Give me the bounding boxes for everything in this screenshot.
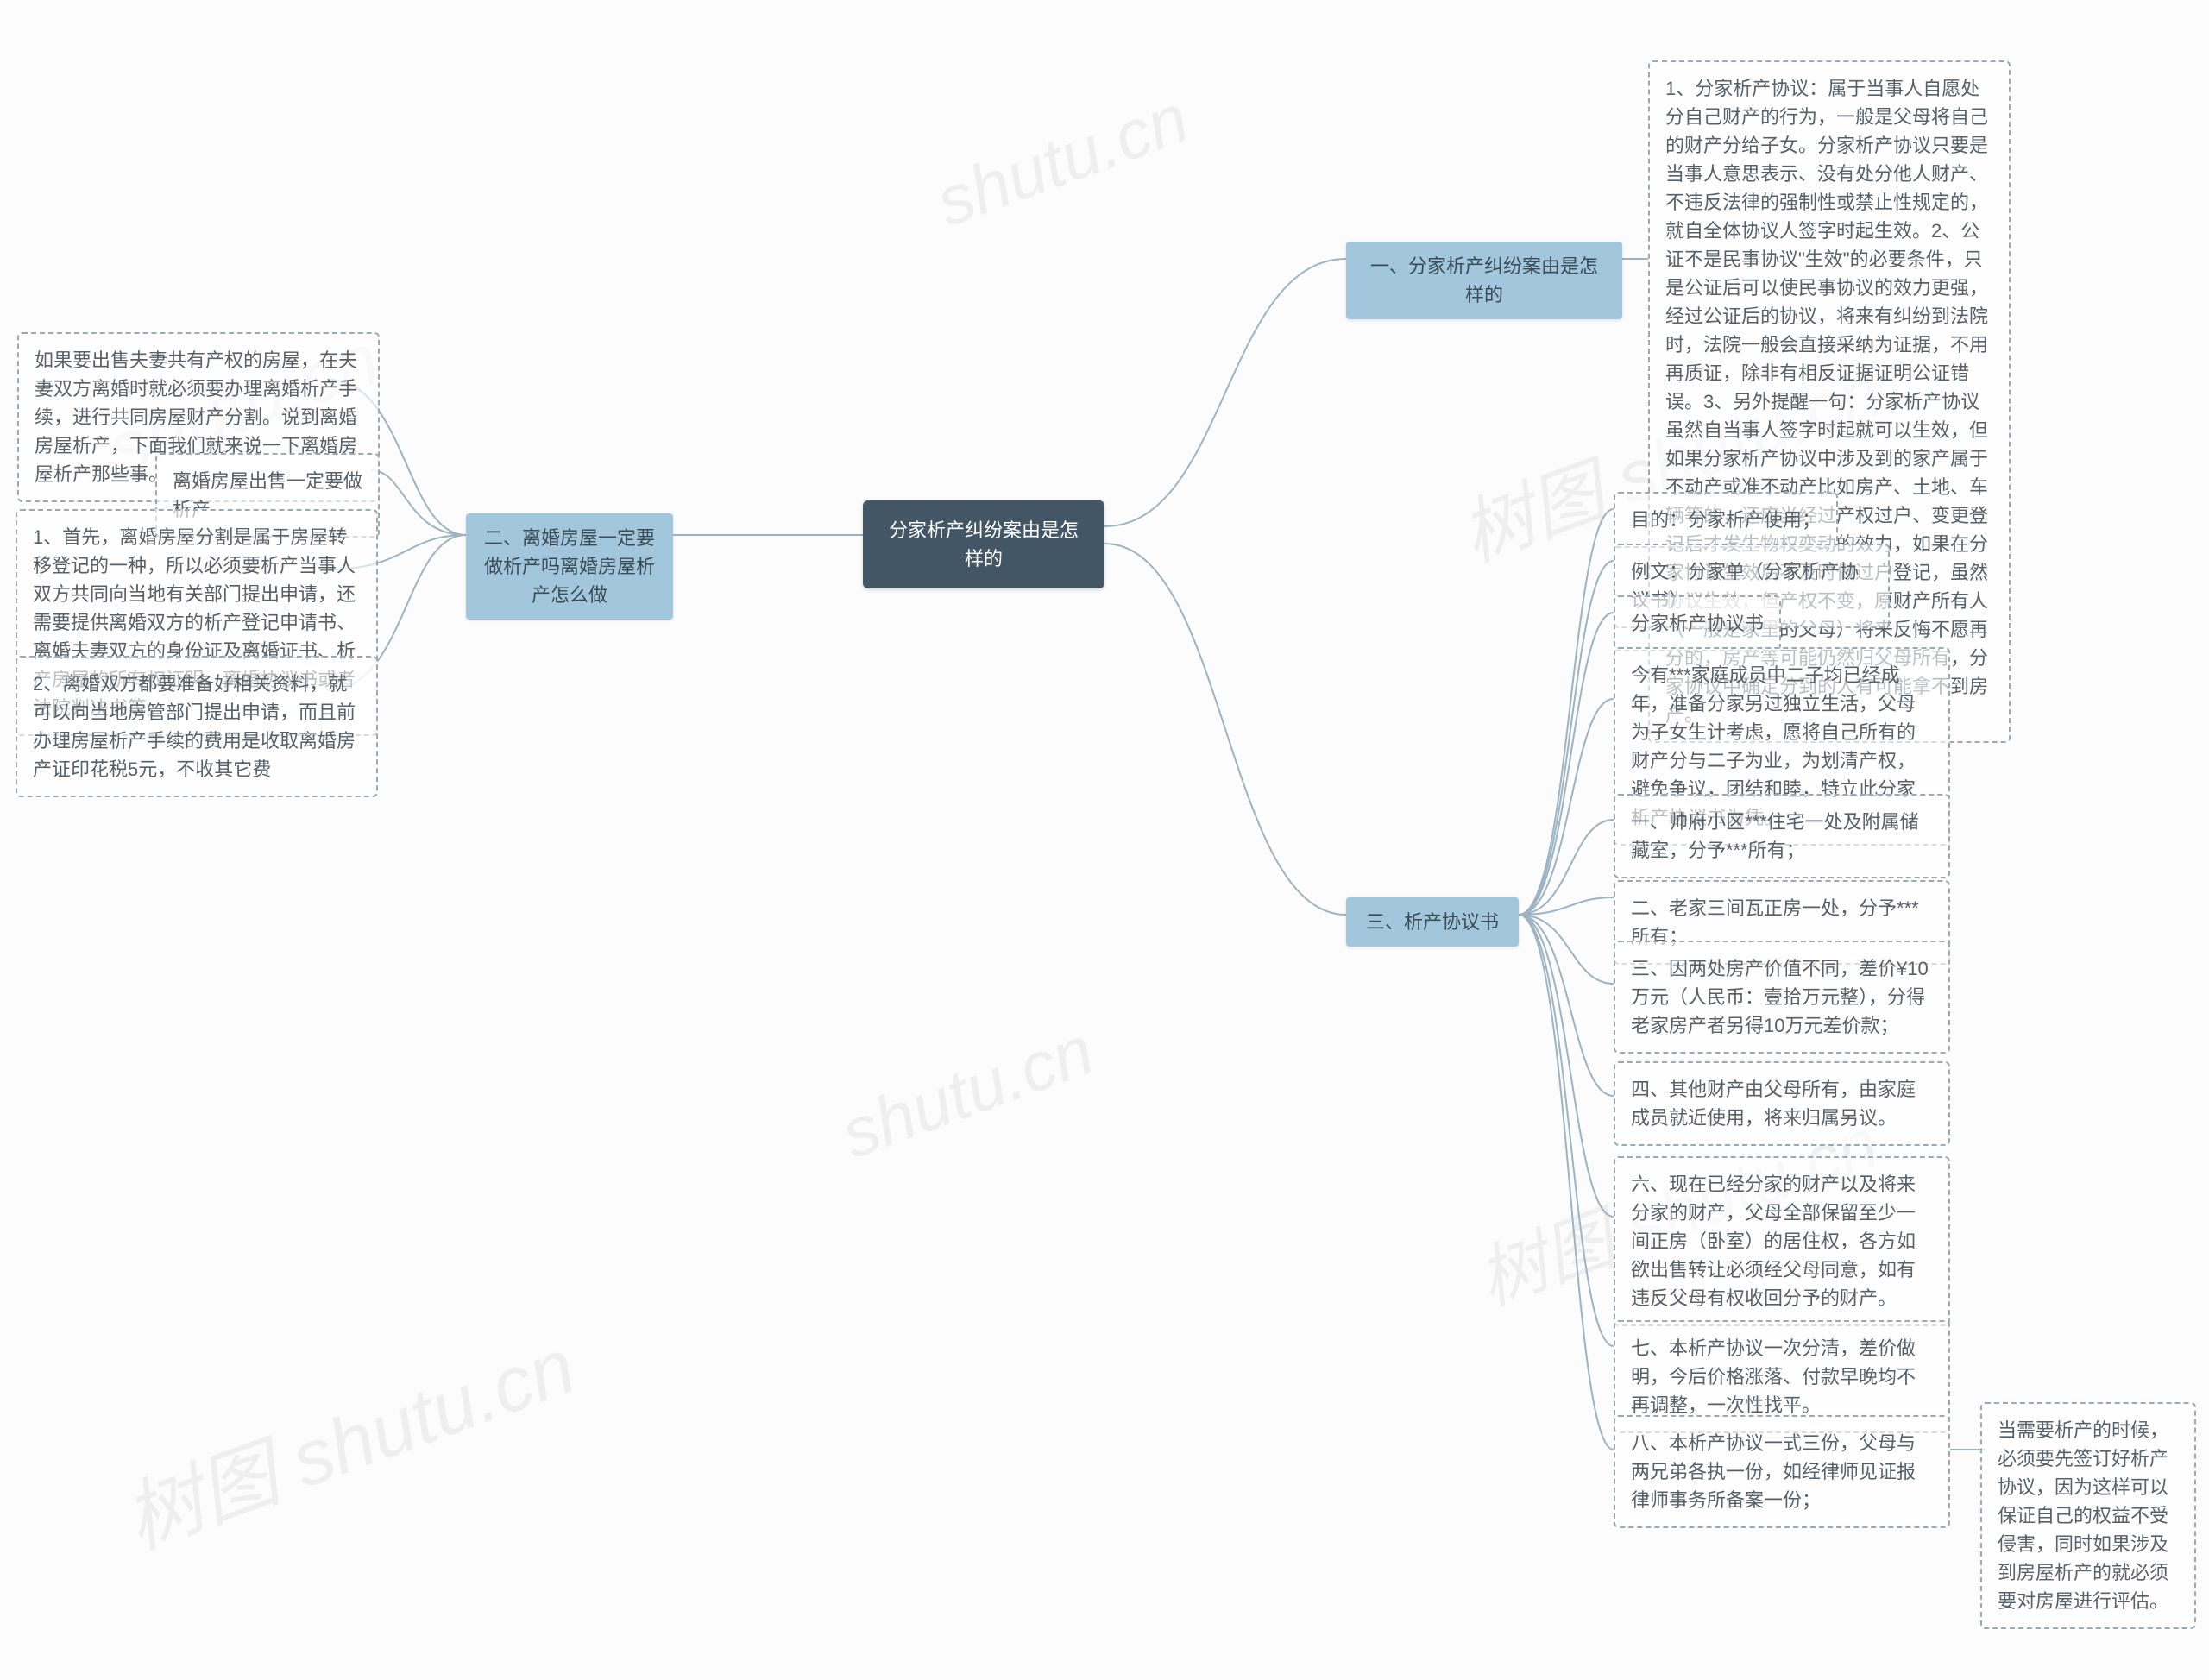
leaf-text: 分家析产协议书	[1631, 613, 1764, 634]
branch-node-1[interactable]: 一、分家析产纠纷案由是怎样的	[1346, 242, 1622, 319]
branch-3-title: 三、析产协议书	[1366, 911, 1499, 933]
leaf-text: 2、离婚双方都要准备好相关资料，就可以向当地房管部门提出申请，而且前办理房屋析产…	[33, 673, 356, 780]
leaf-node[interactable]: 六、现在已经分家的财产以及将来分家的财产，父母全部保留至少一间正房（卧室）的居住…	[1614, 1156, 1950, 1326]
watermark: shutu.cn	[926, 79, 1199, 242]
leaf-node[interactable]: 分家析产协议书	[1614, 595, 1781, 651]
root-node[interactable]: 分家析产纠纷案由是怎样的	[863, 500, 1104, 588]
leaf-node[interactable]: 目的：分家析产使用；	[1614, 492, 1838, 548]
leaf-node[interactable]: 三、因两处房产价值不同，差价¥10万元（人民币：壹拾万元整），分得老家房产者另得…	[1614, 941, 1950, 1054]
leaf-text: 一、帅府小区***住宅一处及附属储藏室，分予***所有；	[1631, 811, 1919, 861]
branch-2-title: 二、离婚房屋一定要做析产吗离婚房屋析产怎么做	[484, 527, 655, 606]
leaf-node[interactable]: 一、帅府小区***住宅一处及附属储藏室，分予***所有；	[1614, 794, 1950, 878]
watermark: shutu.cn	[831, 1010, 1104, 1174]
mindmap-canvas: { "watermarks": { "w1": "shutu.cn", "w2"…	[0, 0, 2209, 1680]
branch-1-title: 一、分家析产纠纷案由是怎样的	[1370, 255, 1598, 305]
branch-node-3[interactable]: 三、析产协议书	[1346, 897, 1519, 947]
root-title: 分家析产纠纷案由是怎样的	[889, 519, 1079, 569]
leaf-node[interactable]: 八、本析产协议一式三份，父母与两兄弟各执一份，如经律师见证报律师事务所备案一份；	[1614, 1415, 1950, 1528]
leaf-node[interactable]: 2、离婚双方都要准备好相关资料，就可以向当地房管部门提出申请，而且前办理房屋析产…	[16, 656, 378, 797]
leaf-text: 当需要析产的时候，必须要先签订好析产协议，因为这样可以保证自己的权益不受侵害，同…	[1998, 1419, 2168, 1612]
leaf-text: 六、现在已经分家的财产以及将来分家的财产，父母全部保留至少一间正房（卧室）的居住…	[1631, 1173, 1916, 1309]
leaf-text: 七、本析产协议一次分清，差价做明，今后价格涨落、付款早晚均不再调整，一次性找平。	[1631, 1337, 1916, 1416]
leaf-text: 四、其他财产由父母所有，由家庭成员就近使用，将来归属另议。	[1631, 1079, 1916, 1129]
leaf-node[interactable]: 四、其他财产由父母所有，由家庭成员就近使用，将来归属另议。	[1614, 1061, 1950, 1146]
leaf-text: 目的：分家析产使用；	[1631, 509, 1821, 531]
watermark: 树图 shutu.cn	[107, 1304, 588, 1570]
leaf-node[interactable]: 当需要析产的时候，必须要先签订好析产协议，因为这样可以保证自己的权益不受侵害，同…	[1980, 1402, 2196, 1629]
leaf-text: 三、因两处房产价值不同，差价¥10万元（人民币：壹拾万元整），分得老家房产者另得…	[1631, 958, 1929, 1036]
leaf-text: 八、本析产协议一式三份，父母与两兄弟各执一份，如经律师见证报律师事务所备案一份；	[1631, 1432, 1916, 1511]
branch-node-2[interactable]: 二、离婚房屋一定要做析产吗离婚房屋析产怎么做	[466, 513, 673, 620]
